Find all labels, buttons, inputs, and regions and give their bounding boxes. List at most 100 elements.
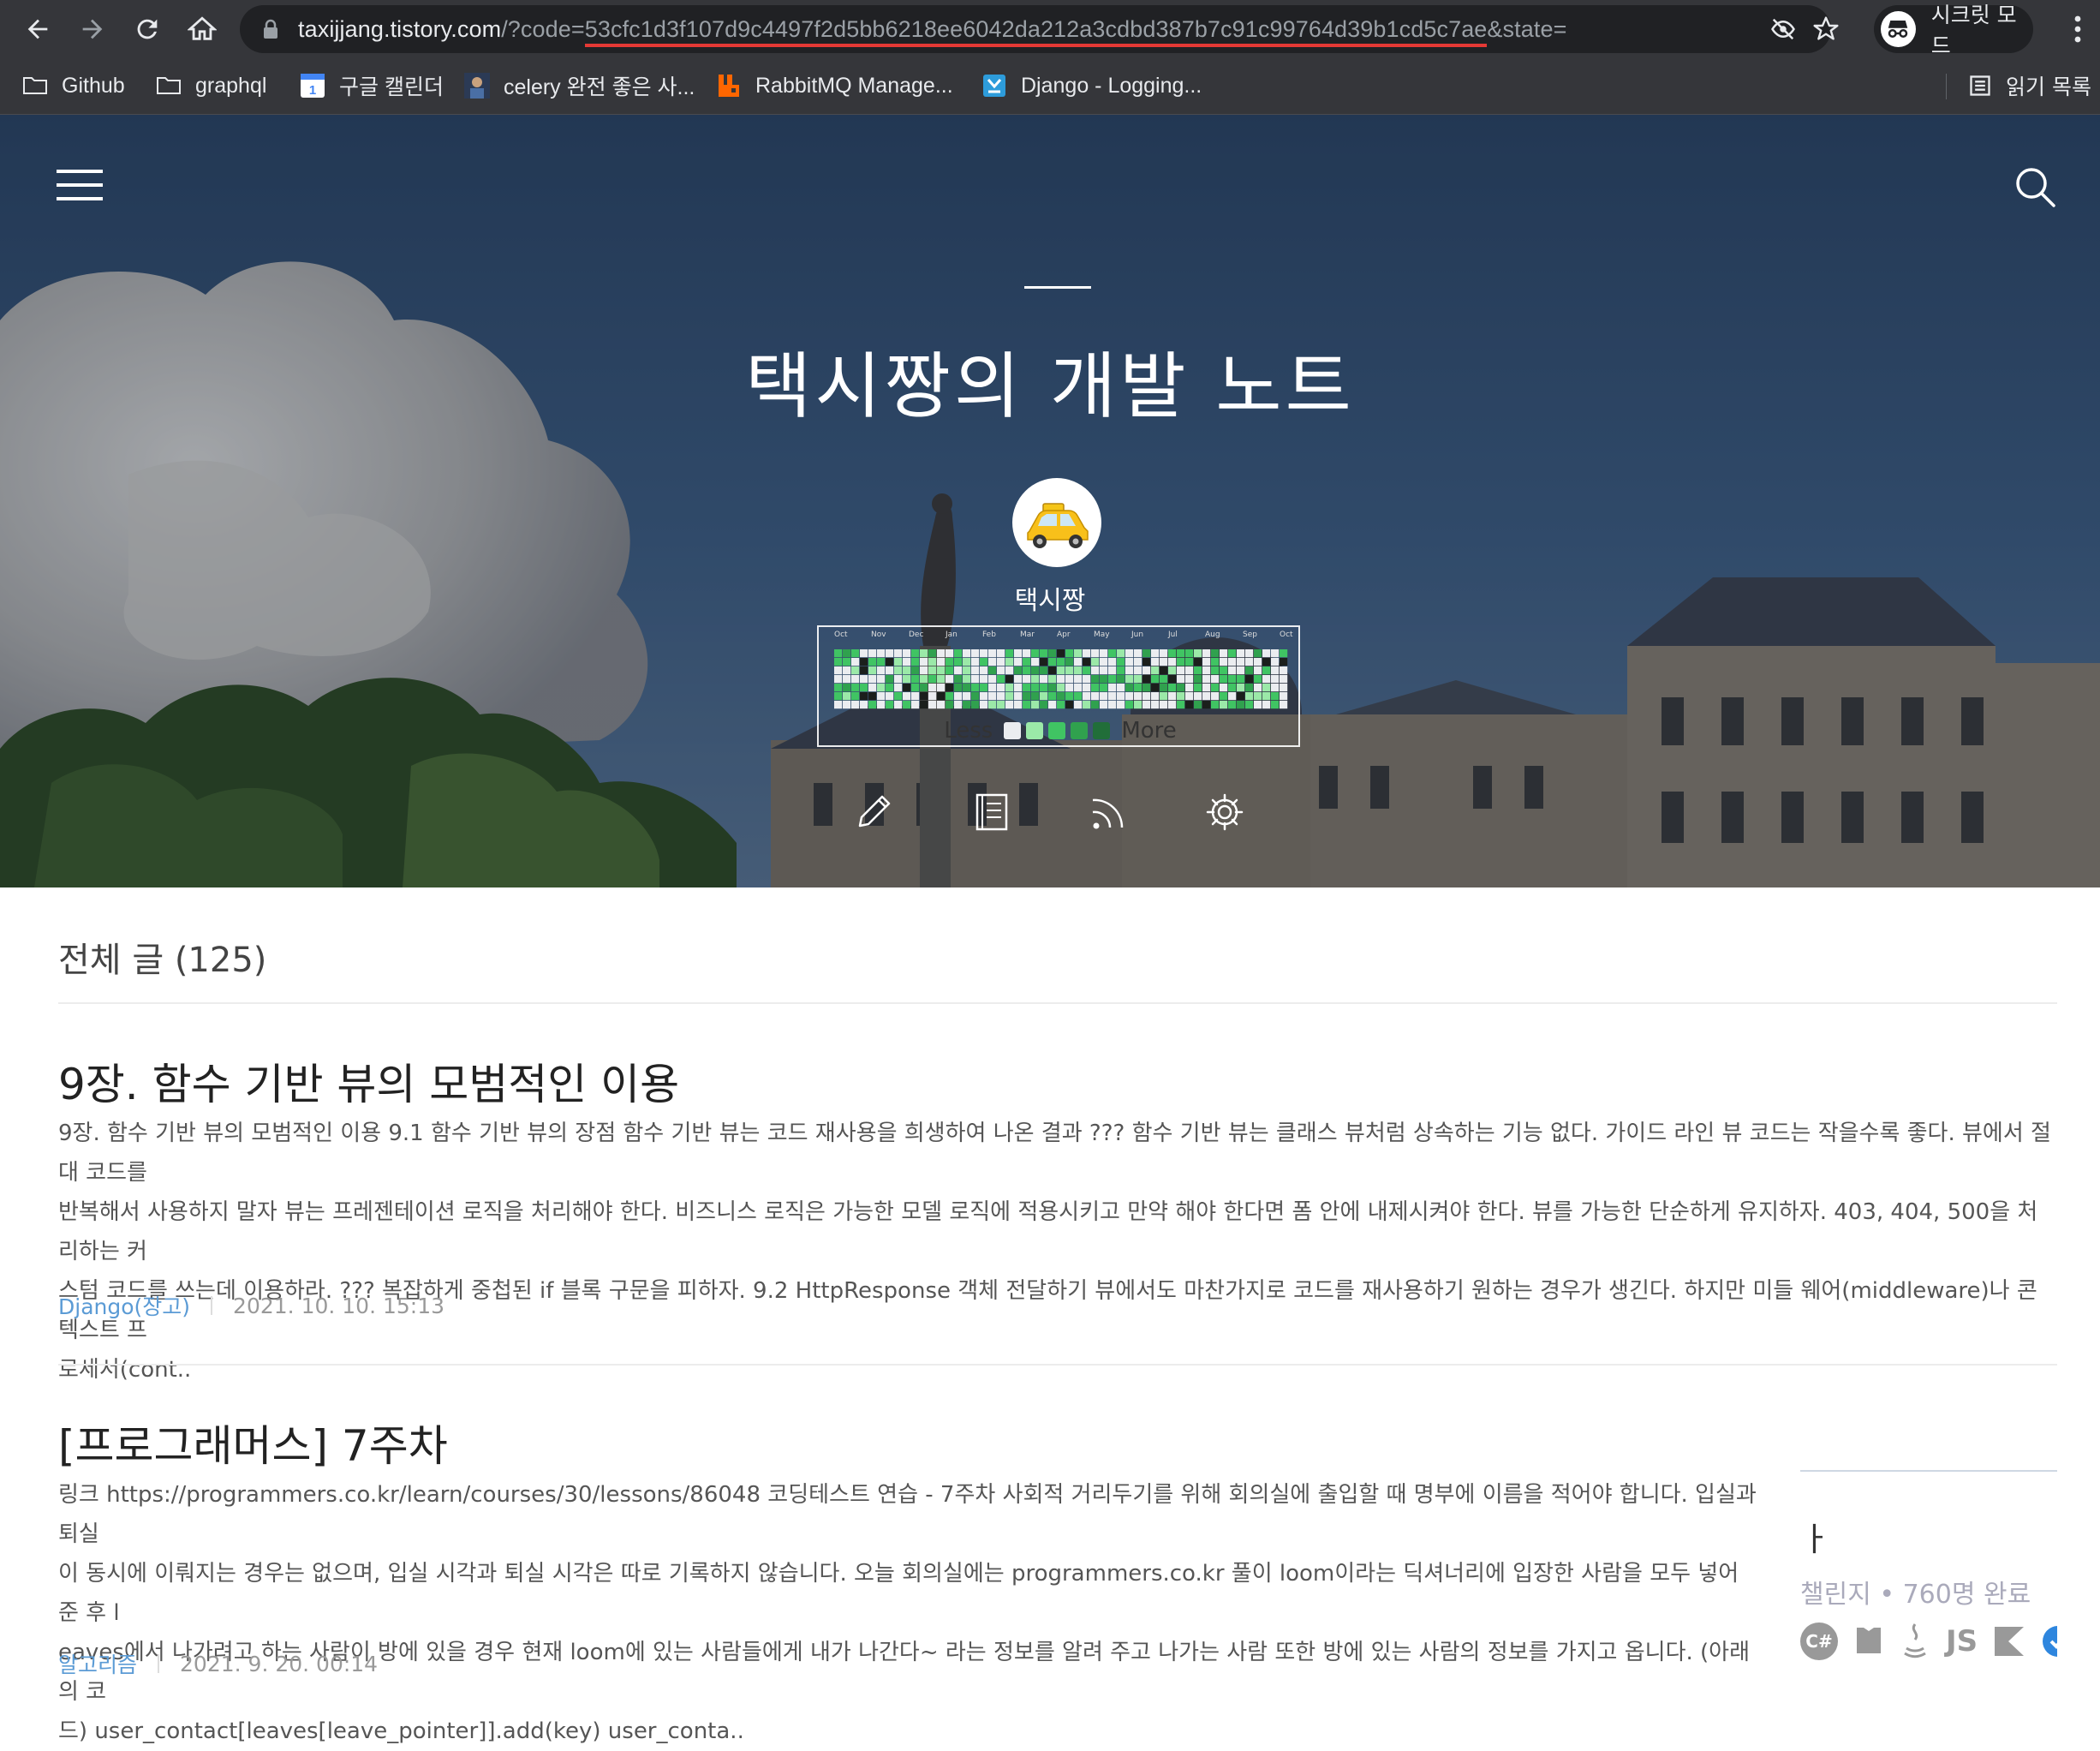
contribution-cell (1271, 675, 1280, 684)
incognito-badge[interactable]: 시크릿 모드 (1874, 3, 2033, 58)
bookmark-star-icon[interactable] (1812, 15, 1840, 43)
meta-separator (158, 1654, 160, 1673)
contribution-cell (1005, 701, 1014, 709)
search-button[interactable] (2013, 164, 2057, 209)
contribution-cell (1185, 649, 1194, 658)
bookmark-google-calendar[interactable]: 1 구글 캘린더 (300, 70, 444, 101)
contribution-cell (963, 692, 971, 701)
post-excerpt[interactable]: 링크 https://programmers.co.kr/learn/cours… (58, 1475, 1763, 1751)
contribution-cell (937, 658, 946, 666)
contribution-cell (1040, 666, 1048, 675)
contribution-cell (1134, 675, 1142, 684)
contribution-cell (1108, 692, 1117, 701)
verified-check-icon (2043, 1626, 2057, 1657)
contribution-cell (1151, 701, 1160, 709)
contribution-cell (920, 684, 928, 692)
contribution-cell (894, 692, 903, 701)
excerpt-line: 이 동시에 이뤄지는 경우는 없으며, 입실 시각과 퇴실 시각은 따로 기록하… (58, 1561, 1739, 1626)
contribution-cell (1005, 684, 1014, 692)
contribution-cell (1177, 658, 1185, 666)
contribution-cell (868, 684, 877, 692)
contribution-cell (1142, 666, 1151, 675)
post-thumbnail-widget[interactable]: ㅏ 챌린지 • 760명 완료 C# JS (1800, 1436, 2057, 1677)
contribution-cell (1065, 649, 1074, 658)
settings-button[interactable] (1202, 790, 1247, 834)
contribution-cell (1014, 692, 1023, 701)
browser-menu-button[interactable] (2061, 10, 2095, 48)
back-button[interactable] (17, 9, 58, 50)
rss-button[interactable] (1086, 790, 1131, 834)
excerpt-line: 링크 https://programmers.co.kr/learn/cours… (58, 1482, 1757, 1547)
contribution-cell (1220, 692, 1228, 701)
contribution-cell (1031, 675, 1040, 684)
bookmark-rabbitmq[interactable]: RabbitMQ Manage... (716, 70, 953, 101)
contribution-cell (1254, 692, 1262, 701)
contribution-cell (1211, 692, 1220, 701)
address-bar[interactable]: taxijjang.tistory.com/?code=53cfc1d3f107… (240, 5, 1831, 53)
contribution-cell (1220, 684, 1228, 692)
browser-toolbar: taxijjang.tistory.com/?code=53cfc1d3f107… (0, 0, 2100, 58)
contribution-cell (1005, 666, 1014, 675)
contribution-cell (1125, 658, 1134, 666)
contribution-cell (911, 658, 920, 666)
bookmark-github[interactable]: Github (22, 70, 125, 101)
contribution-cell (1057, 692, 1065, 701)
contribution-cell (886, 675, 894, 684)
contribution-cell (1048, 701, 1057, 709)
contribution-cell (1202, 649, 1211, 658)
menu-button[interactable] (57, 166, 103, 204)
contribution-cell (980, 701, 988, 709)
contribution-cell (877, 666, 886, 675)
contribution-cell (971, 675, 980, 684)
home-button[interactable] (182, 9, 223, 50)
contribution-cells (834, 649, 1288, 709)
contribution-month-label: Dec (909, 630, 924, 639)
lock-icon (264, 19, 277, 39)
contribution-cell (1142, 675, 1151, 684)
contribution-cell (963, 701, 971, 709)
guestbook-button[interactable] (969, 790, 1014, 834)
tracking-eye-off-icon[interactable] (1769, 15, 1797, 43)
bookmark-graphql[interactable]: graphql (156, 70, 266, 101)
contribution-cell (1125, 675, 1134, 684)
contribution-cell (971, 692, 980, 701)
contribution-cell (920, 666, 928, 675)
bookmark-celery[interactable]: celery 완전 좋은 사... (464, 70, 695, 101)
hamburger-line (57, 197, 103, 200)
contribution-cell (1005, 692, 1014, 701)
excerpt-line: 9장. 함수 기반 뷰의 모범적인 이용 9.1 함수 기반 뷰의 장점 함수 … (58, 1121, 2051, 1186)
contribution-cell (1160, 658, 1168, 666)
contribution-cell (1091, 675, 1100, 684)
post-title[interactable]: 9장. 함수 기반 뷰의 모범적인 이용 (58, 1050, 679, 1112)
contribution-cell (894, 675, 903, 684)
contribution-cell (911, 649, 920, 658)
contribution-cell (1151, 666, 1160, 675)
blog-title[interactable]: 택시짱의 개발 노트 (0, 329, 2100, 433)
post-excerpt[interactable]: 9장. 함수 기반 뷰의 모범적인 이용 9.1 함수 기반 뷰의 장점 함수 … (58, 1114, 2057, 1389)
contribution-cell (1014, 666, 1023, 675)
post-category-link[interactable]: 알고리즘 (58, 1648, 137, 1679)
contribution-cell (1134, 649, 1142, 658)
svg-text:1: 1 (309, 83, 316, 98)
java-icon (1904, 1623, 1926, 1658)
contribution-cell (997, 658, 1005, 666)
excerpt-line: 로세서(cont.. (58, 1357, 192, 1383)
blog-avatar[interactable] (1012, 478, 1101, 567)
contribution-cell (1280, 684, 1288, 692)
contribution-cell (1151, 692, 1160, 701)
forward-button[interactable] (72, 9, 113, 50)
post-category-link[interactable]: Django(장고) (58, 1290, 190, 1321)
write-post-button[interactable] (851, 790, 896, 834)
contribution-cell (1168, 666, 1177, 675)
reading-list-button[interactable]: 읽기 목록 (1968, 70, 2091, 101)
contribution-cell (851, 684, 860, 692)
contribution-cell (1185, 666, 1194, 675)
reload-button[interactable] (127, 9, 168, 50)
contribution-cell (1168, 701, 1177, 709)
hamburger-line (57, 183, 103, 187)
bookmark-django-logging[interactable]: Django - Logging... (981, 70, 1202, 101)
post-list-section: 전체 글 (125) 9장. 함수 기반 뷰의 모범적인 이용 9장. 함수 기… (0, 887, 2100, 1744)
contribution-cell (946, 701, 954, 709)
post-title[interactable]: [프로그래머스] 7주차 (58, 1412, 448, 1473)
contribution-cell (1280, 701, 1288, 709)
